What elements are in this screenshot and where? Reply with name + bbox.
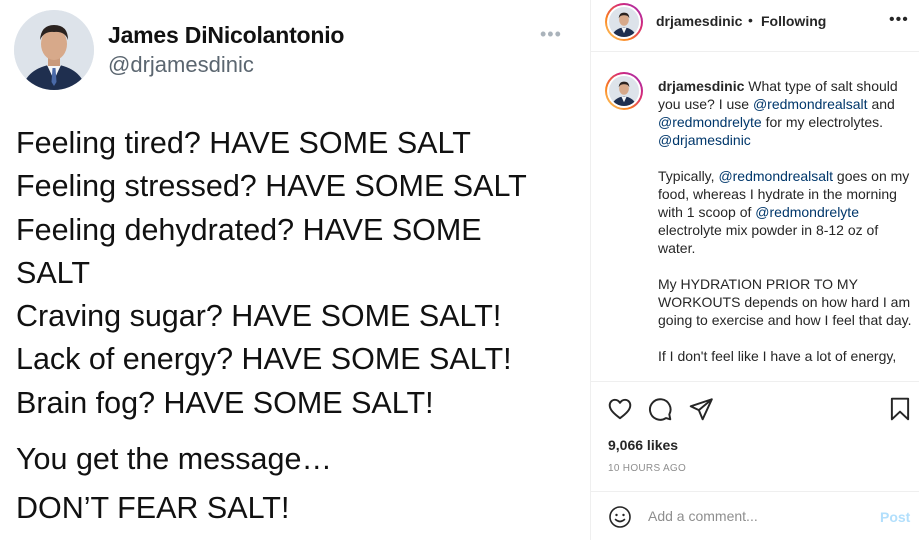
post-header: drjamesdinic • Following ••• bbox=[591, 0, 919, 52]
emoji-icon[interactable] bbox=[608, 505, 632, 529]
post-side-panel: drjamesdinic • Following ••• drjamesdini… bbox=[591, 0, 919, 540]
share-icon[interactable] bbox=[688, 396, 714, 422]
caption-paragraph: My HYDRATION PRIOR TO MY WORKOUTS depend… bbox=[658, 276, 912, 328]
heart-icon[interactable] bbox=[607, 396, 633, 422]
tweet-line: Lack of energy? HAVE SOME SALT! bbox=[16, 342, 512, 377]
tweet-avatar bbox=[14, 10, 94, 90]
caption-paragraph: Typically, @redmondrealsalt goes on my f… bbox=[658, 167, 916, 257]
tweet-line: SALT bbox=[16, 255, 91, 290]
caption-username-link[interactable]: drjamesdinic bbox=[658, 78, 744, 94]
post-timestamp[interactable]: 10 HOURS AGO bbox=[608, 463, 686, 474]
following-button[interactable]: Following bbox=[761, 13, 826, 29]
mention-link[interactable]: @drjamesdinic bbox=[658, 132, 751, 148]
tweet-author-handle: @drjamesdinic bbox=[108, 52, 254, 77]
mention-link[interactable]: @redmondrelyte bbox=[658, 114, 762, 130]
tweet-line: Craving sugar? HAVE SOME SALT! bbox=[16, 299, 502, 334]
post-actions: 9,066 likes 10 HOURS AGO bbox=[591, 381, 919, 490]
mention-link[interactable]: @redmondrealsalt bbox=[753, 96, 868, 112]
caption-avatar[interactable] bbox=[605, 72, 643, 110]
tweet-body: Feeling tired? HAVE SOME SALT Feeling st… bbox=[16, 122, 581, 531]
likes-count[interactable]: 9,066 likes bbox=[608, 437, 678, 453]
header-username-link[interactable]: drjamesdinic bbox=[656, 13, 742, 29]
tweet-line: Brain fog? HAVE SOME SALT! bbox=[16, 385, 434, 420]
comment-bar: Post bbox=[591, 491, 919, 540]
caption-text-span: and bbox=[867, 96, 895, 112]
tweet-author-name: James DiNicolantonio bbox=[108, 22, 345, 48]
tweet-message-line: You get the message… bbox=[16, 442, 332, 477]
caption-paragraph: drjamesdinic What type of salt should yo… bbox=[658, 77, 916, 149]
mention-link[interactable]: @redmondrelyte bbox=[755, 204, 859, 220]
tweet-closing-line: DON’T FEAR SALT! bbox=[16, 491, 290, 526]
header-separator: • bbox=[748, 12, 753, 28]
caption-paragraph: If I don't feel like I have a lot of ene… bbox=[658, 348, 897, 364]
caption-text-span: Typically, bbox=[658, 168, 719, 184]
header-avatar[interactable] bbox=[605, 3, 643, 41]
caption-text-span: electrolyte mix powder in 8-12 oz of wat… bbox=[658, 222, 879, 256]
mention-link[interactable]: @redmondrealsalt bbox=[718, 168, 833, 184]
caption-text-span: for my electrolytes. bbox=[761, 114, 884, 130]
tweet-line: Feeling tired? HAVE SOME SALT bbox=[16, 126, 471, 160]
caption-area[interactable]: drjamesdinic What type of salt should yo… bbox=[591, 53, 919, 380]
post-comment-button[interactable]: Post bbox=[880, 509, 910, 525]
bookmark-icon[interactable] bbox=[887, 396, 913, 422]
more-options-icon[interactable]: ••• bbox=[889, 11, 909, 29]
tweet-line: Feeling dehydrated? HAVE SOME bbox=[16, 212, 482, 247]
comment-input[interactable] bbox=[648, 505, 868, 527]
tweet-more-icon: ••• bbox=[540, 24, 562, 44]
caption-text: drjamesdinic What type of salt should yo… bbox=[658, 77, 916, 380]
tweet-line: Feeling stressed? HAVE SOME SALT bbox=[16, 169, 527, 204]
comment-icon[interactable] bbox=[647, 396, 673, 422]
tweet-image: James DiNicolantonio @drjamesdinic ••• F… bbox=[0, 0, 591, 540]
